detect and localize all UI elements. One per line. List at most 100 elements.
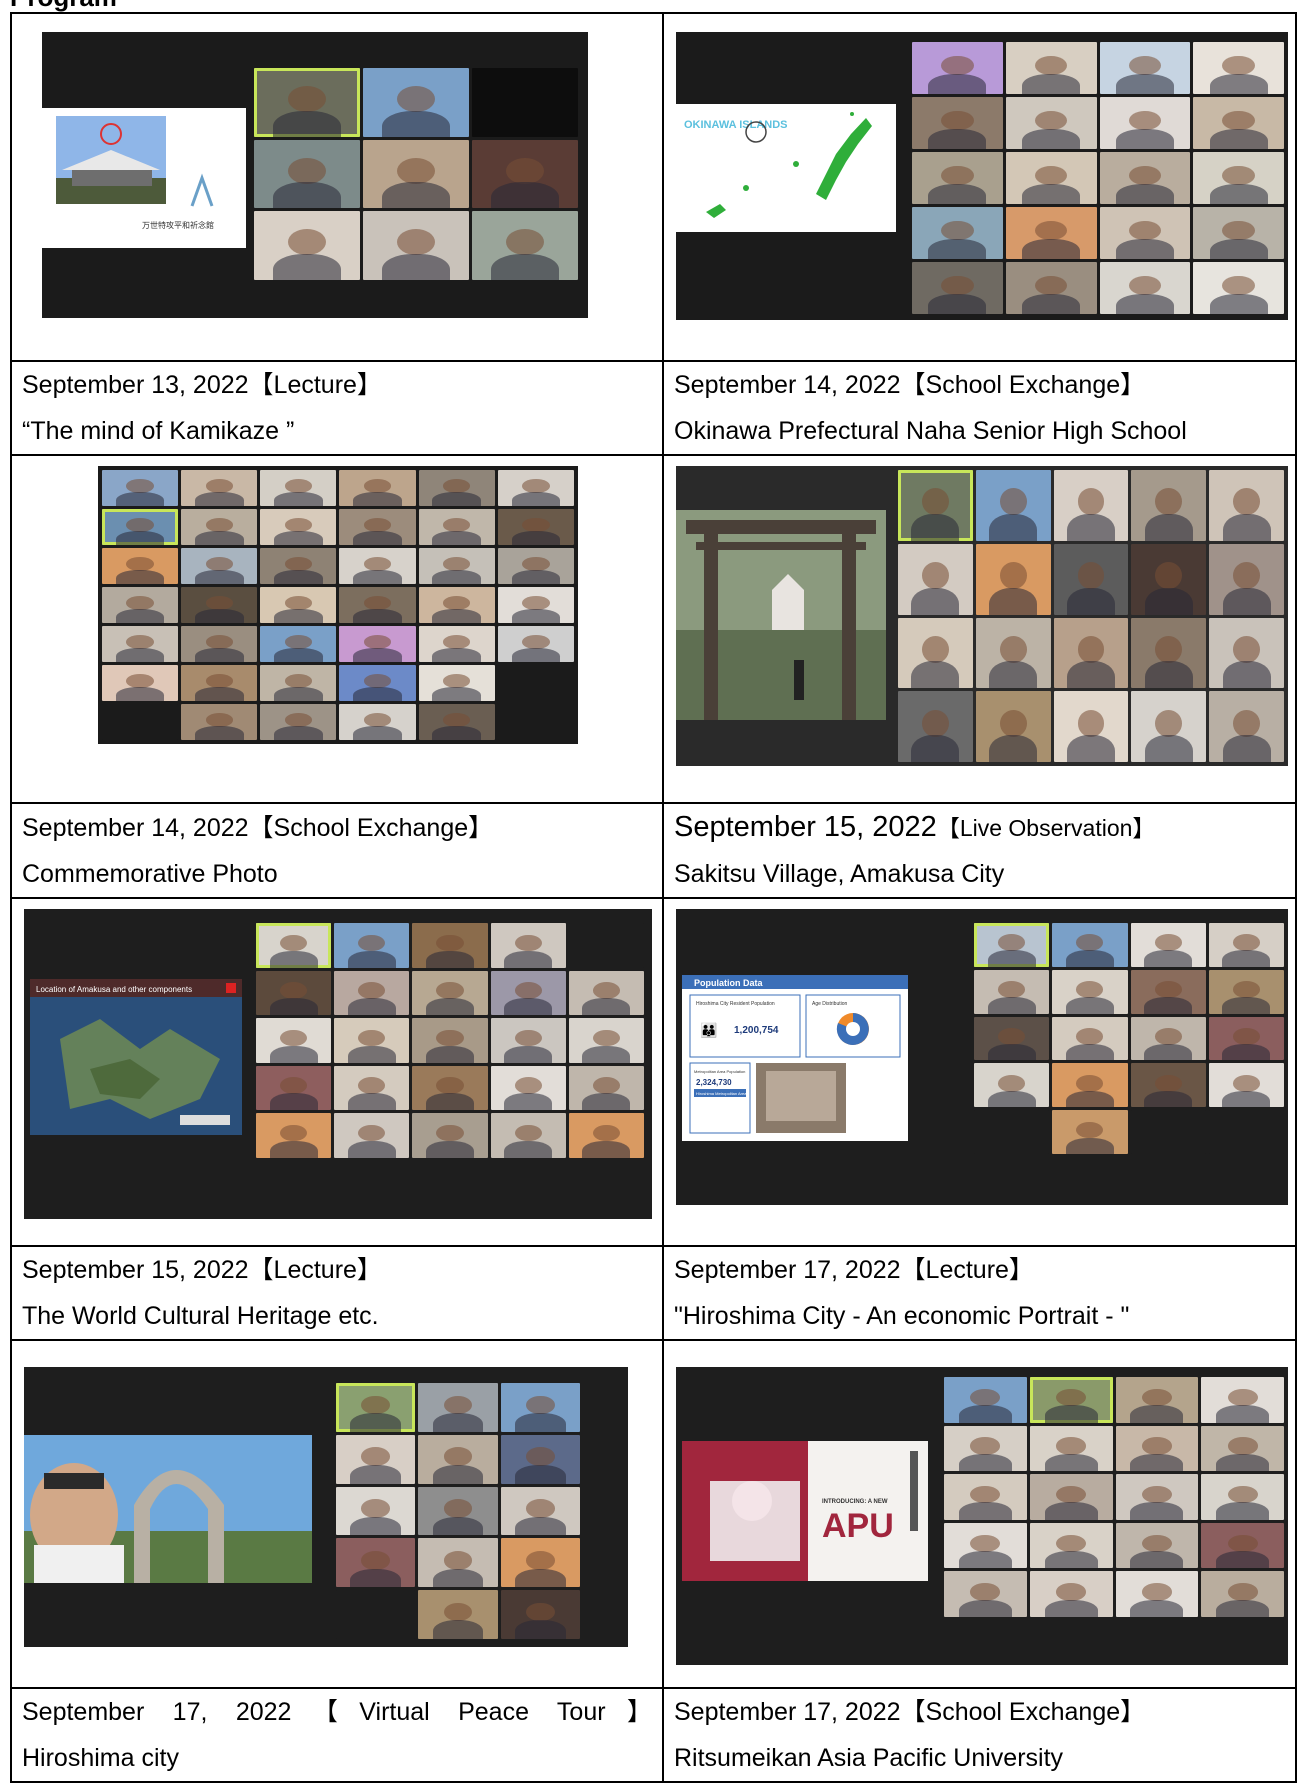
participant-video-tile [1209,543,1284,615]
participant-video-tile [568,1065,644,1110]
participant-video-tile [490,1018,566,1063]
participant-video-tile [412,1018,488,1063]
participant-video-tile [256,1018,332,1063]
participant-video-tile [490,970,566,1015]
caption-title: "Hiroshima City - An economic Portrait -… [674,1302,1130,1330]
participant-video-tile [1029,1377,1113,1423]
participant-video-tile [363,139,469,209]
participant-video-tile [1193,97,1284,149]
participant-video-tile [363,68,469,137]
participant-video-tile [181,626,258,662]
participant-video-tile [1052,1063,1128,1108]
resident-value: 1,200,754 [734,1025,779,1036]
participant-video-tile [339,509,416,545]
caption-date: September 14, 2022【School Exchange】 [674,371,1146,399]
photo-apu-exchange: INTRODUCING: A NEW APU [662,1339,1297,1689]
video-call-screenshot: INTRODUCING: A NEW APU [676,1367,1288,1665]
caption-date: September 17, 2022【School Exchange】 [674,1698,1146,1726]
participant-grid [974,923,1284,1201]
peace-memorial-photo [24,1435,312,1583]
participant-video-tile [1029,1425,1113,1472]
participant-video-tile [912,207,1003,259]
participant-video-tile [497,509,574,545]
participant-video-tile [336,1434,416,1484]
participant-video-tile [102,548,179,584]
caption-date: September 17, 2022【Virtual Peace Tour】 [22,1698,652,1726]
participant-video-tile [1005,42,1097,94]
participant-video-tile [1005,207,1097,259]
caption-date: September 15, 2022 [674,811,937,843]
participant-video-tile [974,923,1050,967]
participant-video-tile [181,704,258,740]
participant-video-tile [102,704,179,740]
participant-video-tile [418,665,495,701]
participant-video-tile [1052,969,1128,1014]
participant-video-tile [1115,1522,1199,1569]
participant-video-tile [181,548,258,584]
participant-video-tile [363,211,469,280]
participant-video-tile [500,1590,580,1639]
participant-video-tile [334,1065,410,1110]
participant-video-tile [1005,152,1097,204]
participant-video-tile [1193,152,1284,204]
participant-video-tile [336,1383,416,1432]
caption-hiroshima-economy: September 17, 2022【Lecture】 "Hiroshima C… [662,1245,1297,1341]
participant-video-tile [1052,1016,1128,1061]
participant-video-tile [944,1377,1027,1423]
participant-video-tile [181,509,258,545]
participant-video-tile [1005,262,1097,314]
photo-commemorative [10,454,664,804]
participant-video-tile [974,969,1050,1014]
participant-video-tile [418,1383,498,1432]
population-slide: Population Data Hiroshima City Resident … [682,975,908,1141]
participant-video-tile [254,68,360,137]
museum-photo: 万世特攻平和祈念館 [56,116,214,230]
participant-video-tile [500,1434,580,1484]
participant-video-tile [339,704,416,740]
torii-gate-photo [676,510,886,720]
museum-label: 万世特攻平和祈念館 [142,220,214,230]
participant-video-tile [339,548,416,584]
participant-video-tile [912,262,1003,314]
amakusa-map-slide: Location of Amakusa and other components [30,979,242,1135]
metro-value: 2,324,730 [696,1078,732,1087]
participant-video-tile [500,1383,580,1432]
participant-video-tile [1053,470,1129,541]
participant-video-tile [1131,691,1207,762]
program-table: 万世特攻平和祈念館 OKINAWA ISLANDS September 13, … [10,12,1297,1783]
video-call-screenshot: Location of Amakusa and other components [24,909,652,1219]
participant-video-tile [334,1113,410,1158]
photo-kamikaze-lecture: 万世特攻平和祈念館 [10,12,664,362]
participant-video-tile [1052,1110,1128,1155]
participant-video-tile [254,211,360,280]
participant-video-tile [181,665,258,701]
participant-video-tile [102,509,179,545]
participant-video-tile [568,970,644,1015]
participant-video-tile [1115,1425,1199,1472]
participant-video-tile [418,1486,498,1536]
participant-video-tile [500,1538,580,1588]
participant-video-tile [256,1065,332,1110]
participant-video-tile [472,211,578,280]
participant-video-tile [1029,1474,1113,1520]
resident-label: Hiroshima City Resident Population [696,1001,775,1007]
participant-video-tile [418,587,495,623]
age-label: Age Distribution [812,1001,848,1007]
participant-video-tile [260,470,337,506]
participant-video-tile [1099,152,1191,204]
video-call-screenshot [24,1367,628,1647]
participant-video-tile [260,587,337,623]
participant-video-tile [418,1590,498,1639]
participant-video-tile [1115,1474,1199,1520]
participant-video-tile [1193,42,1284,94]
people-icon: 👪 [700,1022,717,1039]
participant-video-tile [568,923,644,968]
participant-video-tile [256,1113,332,1158]
participant-video-tile [1208,1016,1284,1061]
participant-video-tile [497,665,574,701]
participant-video-tile [490,1065,566,1110]
caption-date: September 14, 2022【School Exchange】 [22,813,494,842]
participant-video-tile [181,587,258,623]
participant-video-tile [260,509,337,545]
participant-video-tile [1201,1377,1284,1423]
